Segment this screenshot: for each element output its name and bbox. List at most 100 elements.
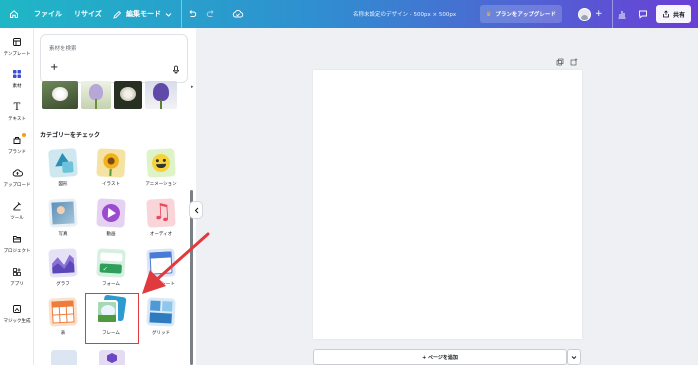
rail-label: マジック生成 [3,319,31,324]
collapse-panel-button[interactable] [189,201,203,219]
duplicate-page-icon[interactable] [556,58,564,66]
category-grids[interactable]: グリッド [136,297,186,336]
category-label: グリッド [152,331,170,336]
file-menu[interactable]: ファイル [34,0,62,28]
rail-item-apps[interactable]: アプリ [0,266,34,287]
microphone-icon[interactable] [172,65,180,75]
category-photos[interactable]: 写真 [38,198,88,237]
redo-icon [206,10,214,17]
undo-button[interactable] [187,0,197,28]
category-label: グラフ [56,282,70,287]
rail-item-projects[interactable]: プロジェクト [0,233,34,254]
cloud-save-status[interactable] [232,0,244,28]
share-button[interactable]: 共有 [656,5,692,23]
rail-label: テンプレート [3,52,31,57]
rail-label: プロジェクト [3,249,31,254]
rail-label: テキスト [8,117,26,122]
comments-button[interactable] [638,0,648,28]
plus-icon[interactable]: + [50,63,58,73]
bar-chart-icon [618,11,626,19]
home-icon [10,10,18,18]
elements-icon [11,68,23,80]
insights-button[interactable] [617,0,627,28]
brand-badge-icon [22,133,26,137]
category-label: 写真 [58,232,68,237]
rail-item-tools[interactable]: ツール [0,200,34,221]
category-illustrations[interactable]: イラスト [86,148,136,187]
redo-button[interactable] [206,0,216,28]
resize-button[interactable]: リサイズ [74,0,102,28]
category-videos[interactable]: 動画 [86,198,136,237]
upgrade-plan-button[interactable]: ♛ プランをアップグレード [480,5,562,23]
side-navigation-rail: テンプレート 素材 T テキスト ブランド アップロード ツール プロジェクト … [0,28,34,365]
category-charts[interactable]: グラフ [38,248,88,287]
categories-title: カテゴリーをチェック [40,132,101,139]
category-label: 図形 [58,182,68,187]
edit-mode-label: 編集モード [126,10,161,18]
comment-icon [639,10,647,19]
recent-photo[interactable] [114,81,142,109]
rail-item-brand[interactable]: ブランド [0,133,34,155]
red-arrow-annotation [142,232,210,294]
page-tools [556,58,578,66]
category-more-thumbnail[interactable] [51,350,77,365]
recent-photo[interactable] [81,81,111,109]
highlight-box [85,293,139,344]
play-icon [107,207,117,219]
category-shapes[interactable]: 図形 [38,148,88,187]
cloud-check-icon [232,9,244,18]
search-box[interactable]: 素材を検索 + [40,34,188,83]
rail-item-text[interactable]: T テキスト [0,101,34,123]
chevron-down-icon [165,12,172,17]
projects-icon [11,233,23,245]
illustrations-thumbnail [96,148,126,178]
charts-thumbnail [48,248,78,278]
scroll-right-arrow-icon[interactable]: ▸ [191,84,194,90]
category-tables[interactable]: 表 [38,297,88,336]
share-icon [663,10,669,18]
search-input[interactable]: 素材を検索 [49,44,77,52]
share-label: 共有 [673,11,686,19]
animations-thumbnail [146,148,176,178]
avatar [578,7,591,21]
template-icon [11,36,23,48]
upload-icon [11,167,23,179]
category-animations[interactable]: アニメーション [136,148,186,187]
text-icon: T [13,101,21,113]
pencil-icon [113,10,122,19]
category-more-thumbnail[interactable] [99,350,125,365]
edit-mode-dropdown[interactable]: 編集モード [113,0,172,28]
music-note-icon: ♫ [151,199,173,226]
rail-item-uploads[interactable]: アップロード [0,167,34,188]
design-canvas-page[interactable] [313,70,582,339]
rail-item-templates[interactable]: テンプレート [0,36,34,57]
document-title[interactable]: 名称未設定のデザイン - 500px × 500px [353,0,456,28]
recent-photo[interactable] [145,81,177,109]
rail-label: ブランド [8,150,26,155]
category-label: フォーム [102,282,120,287]
apps-icon [11,266,23,278]
grids-thumbnail [146,297,176,327]
account-avatar[interactable] [578,0,591,28]
chevron-left-icon [194,207,198,213]
add-page-icon[interactable] [570,58,578,66]
rail-label: 素材 [12,84,22,89]
add-page-button[interactable]: + ページを追加 [313,349,567,365]
rail-label: ツール [10,216,24,221]
undo-icon [189,10,197,17]
top-toolbar: ファイル リサイズ 編集モード 名称未設定のデザイン - 500px × 500… [0,0,698,28]
magic-generate-icon [11,303,23,315]
chevron-down-icon [571,355,577,359]
rail-label: アプリ [10,282,24,287]
add-page-options-button[interactable] [567,349,581,365]
home-button[interactable] [9,0,19,28]
audio-thumbnail: ♫ [146,198,176,228]
rail-item-elements[interactable]: 素材 [0,68,34,89]
category-forms[interactable]: ✓ フォーム [86,248,136,287]
recent-photo[interactable] [42,81,78,109]
add-collaborator-button[interactable]: + [595,0,603,28]
plus-icon: + [595,9,603,19]
category-label: 動画 [106,232,116,237]
rail-item-magic-generate[interactable]: マジック生成 [0,303,34,324]
tools-icon [11,200,23,212]
